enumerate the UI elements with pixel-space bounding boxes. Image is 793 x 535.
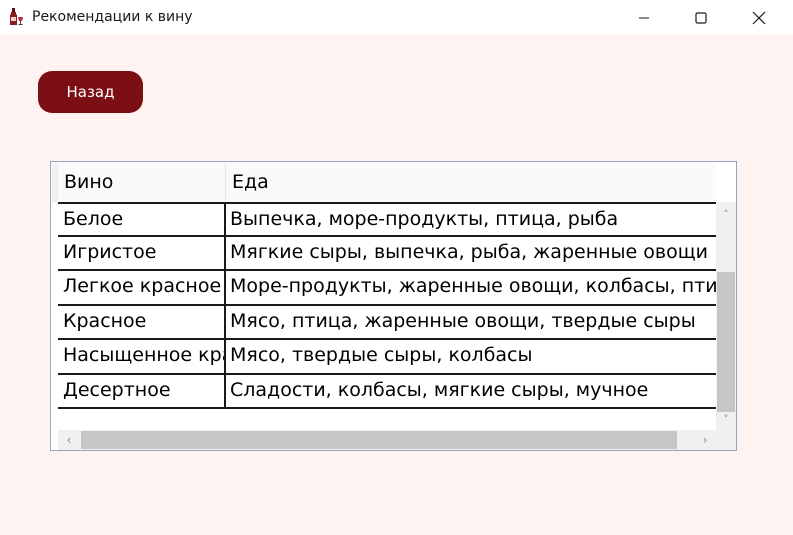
food-cell[interactable]: Сладости, колбасы, мягкие сыры, мучное — [226, 375, 716, 408]
food-cell[interactable]: Мясо, твердые сыры, колбасы — [226, 340, 716, 373]
wine-cell[interactable]: Игристое — [58, 236, 226, 269]
wine-pairing-table[interactable]: Вино Еда Белое Выпечка, море-продукты, п… — [50, 161, 737, 451]
scrollbar-corner — [716, 430, 736, 450]
table-row[interactable]: Игристое Мягкие сыры, выпечка, рыба, жар… — [58, 236, 716, 271]
wine-cell[interactable]: Белое — [58, 204, 226, 235]
title-bar: Рекомендации к вину — [0, 0, 793, 35]
column-header-food[interactable]: Еда — [226, 163, 716, 201]
food-cell[interactable]: Море-продукты, жаренные овощи, колбасы, … — [226, 271, 716, 304]
wine-bottle-glass-icon — [10, 8, 23, 25]
horizontal-scrollbar[interactable]: ‹ › — [58, 430, 716, 450]
maximize-icon — [695, 11, 707, 24]
food-cell[interactable]: Выпечка, море-продукты, птица, рыба — [226, 204, 716, 235]
table-row[interactable]: Насыщенное красное Мясо, твердые сыры, к… — [58, 340, 716, 375]
maximize-button[interactable] — [678, 0, 724, 35]
scroll-down-icon[interactable]: ˅ — [716, 412, 736, 426]
window-title: Рекомендации к вину — [32, 9, 193, 25]
vertical-scroll-thumb[interactable] — [717, 272, 735, 412]
table-row[interactable]: Десертное Сладости, колбасы, мягкие сыры… — [58, 374, 716, 409]
wine-cell[interactable]: Красное — [58, 305, 226, 338]
back-button[interactable]: Назад — [38, 71, 143, 113]
close-button[interactable] — [736, 0, 782, 35]
close-icon — [752, 11, 766, 24]
column-header-wine[interactable]: Вино — [58, 163, 226, 201]
vertical-scrollbar[interactable]: ˄ ˅ — [716, 202, 736, 430]
wine-cell[interactable]: Легкое красное — [58, 271, 226, 304]
scroll-left-icon[interactable]: ‹ — [62, 433, 76, 447]
wine-cell[interactable]: Десертное — [58, 374, 226, 407]
wine-cell[interactable]: Насыщенное красное — [58, 340, 226, 373]
food-cell[interactable]: Мягкие сыры, выпечка, рыба, жаренные ово… — [226, 237, 716, 270]
table-row[interactable]: Белое Выпечка, море-продукты, птица, рыб… — [58, 202, 716, 237]
horizontal-scroll-thumb[interactable] — [81, 431, 677, 449]
scroll-right-icon[interactable]: › — [698, 433, 712, 447]
minimize-button[interactable] — [621, 0, 667, 35]
scroll-up-icon[interactable]: ˄ — [716, 207, 736, 221]
table-body: Белое Выпечка, море-продукты, птица, рыб… — [58, 202, 716, 409]
minimize-icon — [639, 17, 649, 18]
food-cell[interactable]: Мясо, птица, жаренные овощи, твердые сыр… — [226, 306, 716, 339]
table-row[interactable]: Красное Мясо, птица, жаренные овощи, тве… — [58, 305, 716, 340]
table-row[interactable]: Легкое красное Море-продукты, жаренные о… — [58, 271, 716, 306]
